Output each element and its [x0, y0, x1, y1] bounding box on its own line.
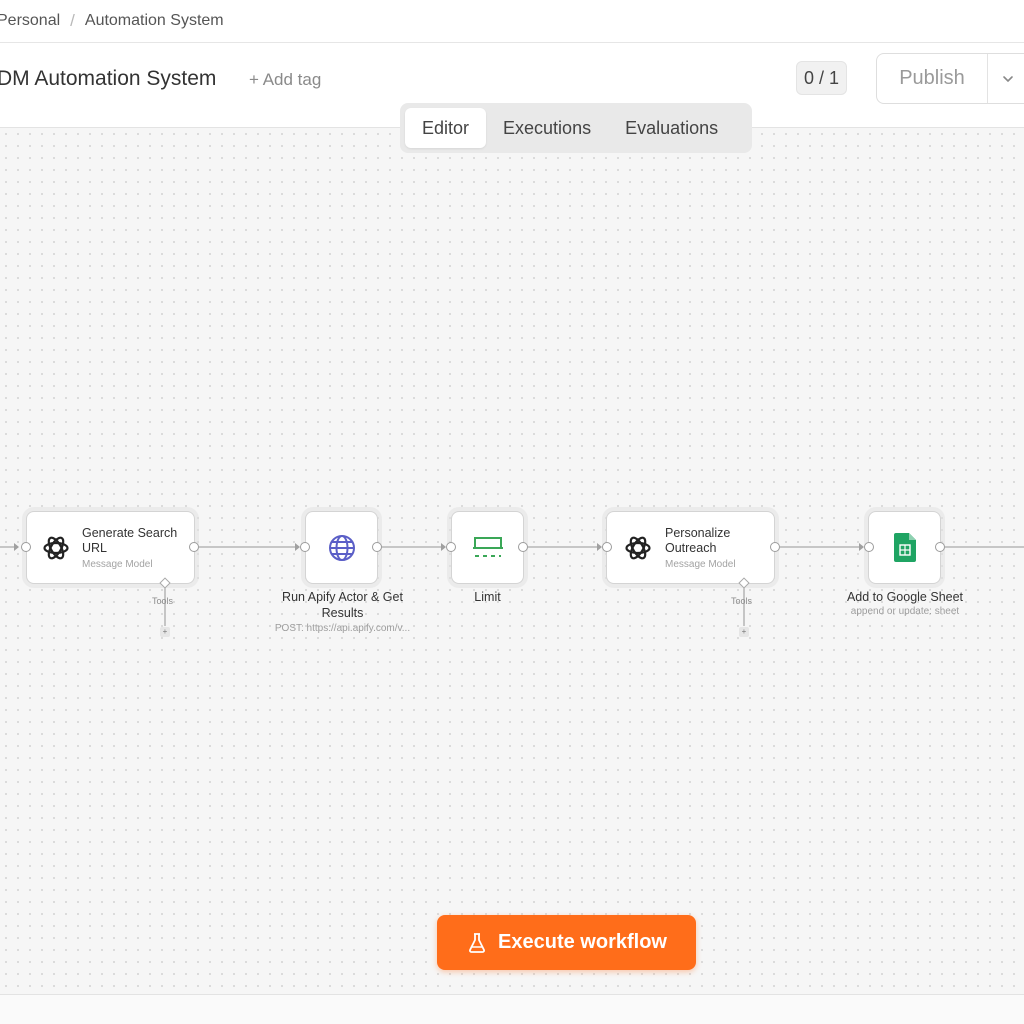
bottom-bar	[0, 994, 1024, 1024]
node-generate-search-url[interactable]: Generate Search URL Message Model	[26, 511, 195, 584]
output-handle[interactable]	[372, 542, 382, 552]
node-sublabel: append or update: sheet	[850, 606, 960, 617]
output-handle[interactable]	[935, 542, 945, 552]
openai-icon	[625, 536, 651, 560]
input-handle[interactable]	[21, 542, 31, 552]
node-limit[interactable]	[451, 511, 524, 584]
add-tag-button[interactable]: + Add tag	[249, 70, 321, 90]
output-handle[interactable]	[518, 542, 528, 552]
publish-group: Publish	[876, 53, 1024, 104]
breadcrumb-separator: /	[70, 11, 75, 30]
node-run-apify-actor[interactable]	[305, 511, 378, 584]
node-title: Personalize Outreach	[665, 526, 731, 555]
version-badge[interactable]: 0 / 1	[796, 61, 847, 95]
breadcrumb-project[interactable]: Automation System	[85, 12, 224, 30]
node-personalize-outreach[interactable]: Personalize Outreach Message Model	[606, 511, 775, 584]
execute-workflow-button[interactable]: Execute workflow	[437, 915, 696, 970]
node-title: Generate Search URL	[82, 526, 178, 555]
add-tool-button[interactable]: +	[160, 627, 170, 637]
node-subtitle: Message Model	[665, 559, 736, 570]
add-tool-button[interactable]: +	[739, 627, 749, 637]
node-label: Add to Google Sheet	[846, 590, 964, 604]
node-add-to-google-sheet[interactable]	[868, 511, 941, 584]
input-handle[interactable]	[864, 542, 874, 552]
execute-workflow-label: Execute workflow	[498, 931, 667, 953]
tab-editor[interactable]: Editor	[405, 108, 487, 148]
node-sublabel: POST: https://api.apify.com/v...	[274, 623, 411, 634]
tab-executions[interactable]: Executions	[486, 108, 608, 148]
node-label: Run Apify Actor & Get Results	[282, 590, 403, 620]
output-handle[interactable]	[189, 542, 199, 552]
flask-icon	[469, 932, 485, 953]
openai-icon	[43, 536, 69, 560]
breadcrumb-workspace[interactable]: Personal	[0, 12, 60, 30]
input-handle[interactable]	[300, 542, 310, 552]
globe-icon	[329, 535, 355, 561]
workflow-title[interactable]: DM Automation System	[0, 67, 216, 91]
tab-evaluations[interactable]: Evaluations	[608, 108, 735, 148]
publish-dropdown-button[interactable]	[988, 54, 1024, 103]
breadcrumb: Personal / Automation System	[0, 0, 1024, 43]
node-label: Limit	[474, 590, 501, 604]
google-sheets-icon	[894, 533, 916, 562]
chevron-down-icon	[1003, 75, 1013, 82]
workflow-editor: Personal / Automation System DM Automati…	[0, 0, 1024, 1024]
publish-button[interactable]: Publish	[877, 54, 988, 103]
tools-label: Tools	[731, 596, 753, 606]
view-tabs: Editor Executions Evaluations	[400, 103, 752, 153]
limit-icon	[473, 537, 503, 557]
input-handle[interactable]	[446, 542, 456, 552]
tools-label: Tools	[152, 596, 174, 606]
node-subtitle: Message Model	[82, 559, 153, 570]
output-handle[interactable]	[770, 542, 780, 552]
input-handle[interactable]	[602, 542, 612, 552]
